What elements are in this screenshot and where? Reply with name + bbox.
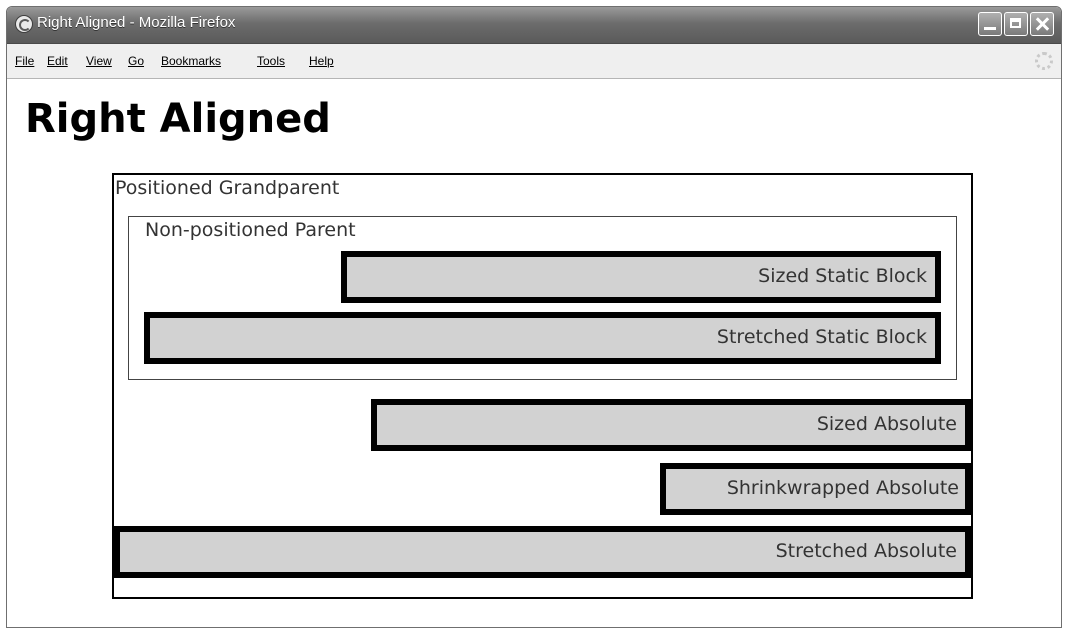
maximize-button[interactable] xyxy=(1004,12,1028,36)
menu-view[interactable]: View xyxy=(86,54,112,68)
browser-window: Right Aligned - Mozilla Firefox File Edi… xyxy=(6,6,1062,628)
grandparent-label: Positioned Grandparent xyxy=(115,177,340,199)
menu-edit[interactable]: Edit xyxy=(47,54,68,68)
throbber-icon xyxy=(1035,52,1053,70)
menu-file[interactable]: File xyxy=(15,54,34,68)
minimize-button[interactable] xyxy=(978,12,1002,36)
positioned-grandparent: Positioned Grandparent Non-positioned Pa… xyxy=(112,173,973,599)
menu-go[interactable]: Go xyxy=(128,54,144,68)
menu-help[interactable]: Help xyxy=(309,54,334,68)
maximize-icon xyxy=(1010,18,1021,28)
close-button[interactable] xyxy=(1030,12,1054,36)
menu-bookmarks[interactable]: Bookmarks xyxy=(161,54,221,68)
non-positioned-parent: Non-positioned Parent Sized Static Block… xyxy=(128,216,957,380)
stretched-absolute-block: Stretched Absolute xyxy=(114,526,971,578)
stretched-static-block: Stretched Static Block xyxy=(144,312,941,364)
menu-bar: File Edit View Go Bookmarks Tools Help xyxy=(7,44,1061,79)
firefox-icon xyxy=(15,15,33,33)
shrinkwrapped-absolute-block: Shrinkwrapped Absolute xyxy=(660,463,971,515)
menu-tools[interactable]: Tools xyxy=(257,54,285,68)
title-bar[interactable]: Right Aligned - Mozilla Firefox xyxy=(7,7,1061,44)
close-icon xyxy=(1031,13,1053,35)
page-heading: Right Aligned xyxy=(25,96,331,142)
sized-absolute-block: Sized Absolute xyxy=(371,399,971,451)
page-content: Right Aligned Positioned Grandparent Non… xyxy=(7,79,1061,627)
minimize-icon xyxy=(984,27,996,30)
sized-static-block: Sized Static Block xyxy=(341,251,941,303)
window-title: Right Aligned - Mozilla Firefox xyxy=(37,14,236,31)
parent-label: Non-positioned Parent xyxy=(145,219,356,241)
